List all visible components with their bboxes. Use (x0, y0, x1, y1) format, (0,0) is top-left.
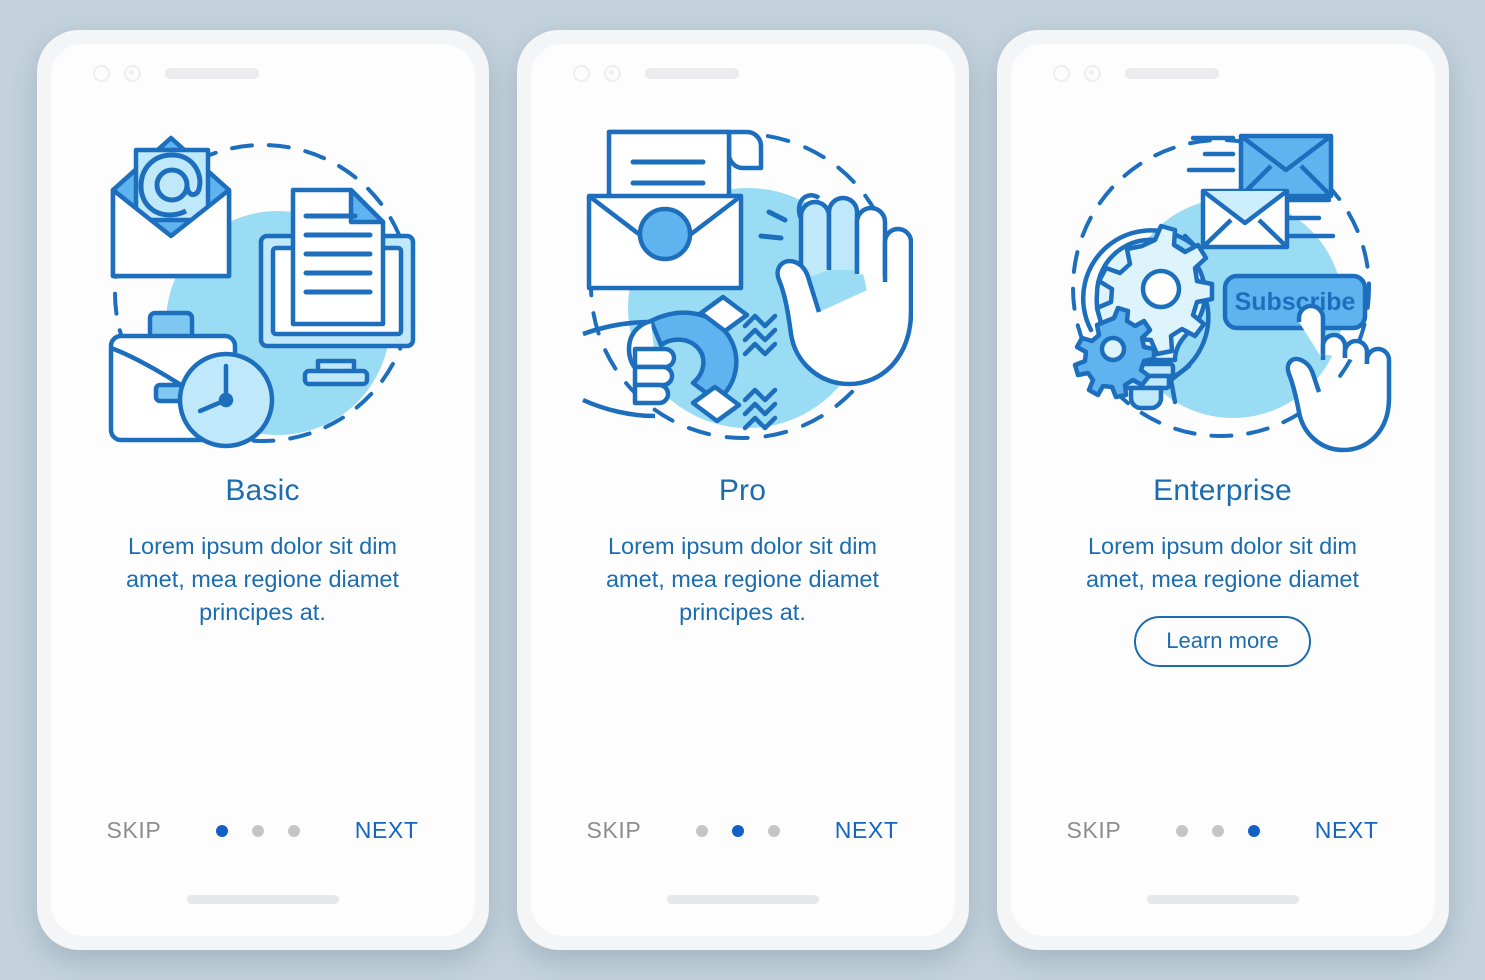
phone-top-hardware-bar (1011, 44, 1435, 102)
earpiece-speaker-icon (164, 67, 259, 79)
next-button[interactable]: NEXT (1315, 817, 1379, 844)
phone-mockup-pro: Pro Lorem ipsum dolor sit dim amet, mea … (516, 30, 969, 950)
page-title: Basic (225, 474, 300, 507)
screen-basic: Basic Lorem ipsum dolor sit dim amet, me… (50, 44, 475, 936)
pagination-dots (1176, 824, 1261, 837)
proximity-sensor-icon (123, 64, 141, 82)
camera-ring-icon (1052, 64, 1070, 82)
onboarding-nav: SKIP NEXT (1011, 817, 1435, 844)
learn-more-button[interactable]: Learn more (1134, 616, 1311, 667)
subscribe-button-graphic: Subscribe (1222, 273, 1367, 331)
onboarding-nav: SKIP NEXT (51, 817, 475, 844)
pagination-dot-3[interactable] (768, 824, 781, 837)
pagination-dot-1[interactable] (1176, 824, 1189, 837)
pagination-dot-1[interactable] (696, 824, 709, 837)
proximity-sensor-icon (1083, 64, 1101, 82)
home-indicator-bar[interactable] (666, 895, 819, 904)
camera-ring-icon (572, 64, 590, 82)
earpiece-speaker-icon (1124, 67, 1219, 79)
next-button[interactable]: NEXT (355, 817, 419, 844)
onboarding-nav: SKIP NEXT (531, 817, 955, 844)
pagination-dot-2[interactable] (252, 824, 265, 837)
page-title: Pro (718, 474, 767, 507)
pagination-dot-2[interactable] (1212, 824, 1225, 837)
email-document-briefcase-clock-illustration (93, 108, 433, 458)
phone-mockup-basic: Basic Lorem ipsum dolor sit dim amet, me… (36, 30, 489, 950)
skip-button[interactable]: SKIP (587, 817, 642, 844)
home-indicator-bar[interactable] (1146, 895, 1299, 904)
skip-button[interactable]: SKIP (1067, 817, 1122, 844)
pagination-dot-1[interactable] (216, 824, 229, 837)
pagination-dot-3[interactable] (288, 824, 301, 837)
phone-top-hardware-bar (531, 44, 955, 102)
page-description: Lorem ipsum dolor sit dim amet, mea regi… (1085, 533, 1359, 592)
screen-enterprise: Subscribe Enterprise Lorem ipsum dolor s… (1010, 44, 1435, 936)
screen-pro: Pro Lorem ipsum dolor sit dim amet, mea … (530, 44, 955, 936)
home-indicator-bar[interactable] (186, 895, 339, 904)
pagination-dot-2[interactable] (732, 824, 745, 837)
proximity-sensor-icon (603, 64, 621, 82)
phone-mockup-enterprise: Subscribe Enterprise Lorem ipsum dolor s… (996, 30, 1449, 950)
pagination-dot-3[interactable] (1248, 824, 1261, 837)
next-button[interactable]: NEXT (835, 817, 899, 844)
page-description: Lorem ipsum dolor sit dim amet, mea regi… (605, 533, 879, 625)
onboarding-screens-stage: Basic Lorem ipsum dolor sit dim amet, me… (0, 0, 1485, 980)
pagination-dots (216, 824, 301, 837)
phone-top-hardware-bar (51, 44, 475, 102)
envelope-magnet-stop-hand-illustration (573, 108, 913, 458)
page-description: Lorem ipsum dolor sit dim amet, mea regi… (125, 533, 399, 625)
page-title: Enterprise (1153, 474, 1292, 507)
earpiece-speaker-icon (644, 67, 739, 79)
subscribe-button-label: Subscribe (1234, 288, 1355, 316)
camera-ring-icon (92, 64, 110, 82)
pagination-dots (696, 824, 781, 837)
lightbulb-gears-envelopes-subscribe-illustration: Subscribe (1053, 108, 1393, 458)
skip-button[interactable]: SKIP (107, 817, 162, 844)
